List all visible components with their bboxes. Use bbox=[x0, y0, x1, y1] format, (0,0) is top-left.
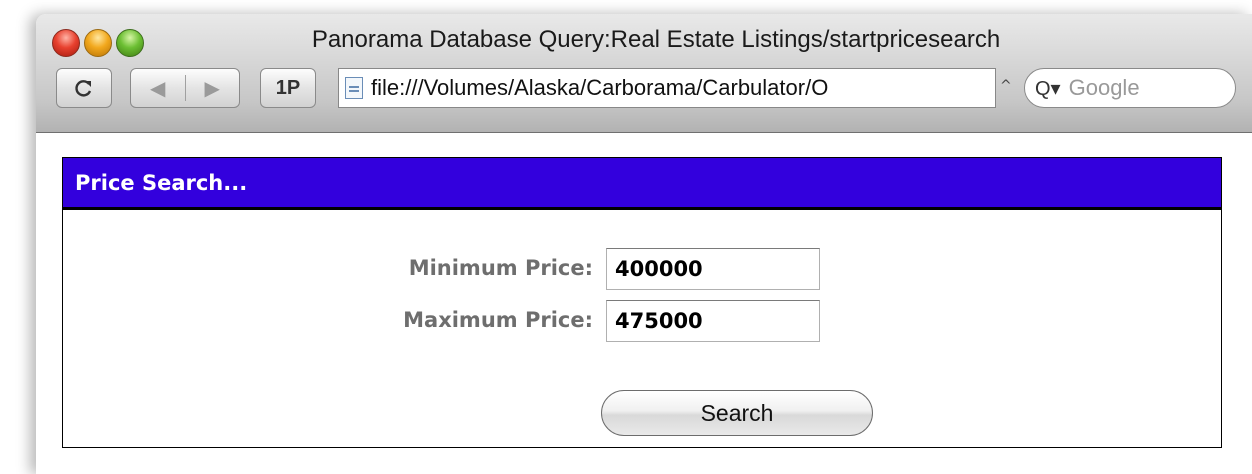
browser-window: Panorama Database Query:Real Estate List… bbox=[36, 14, 1252, 474]
window-title: Panorama Database Query:Real Estate List… bbox=[311, 26, 1001, 53]
search-placeholder: Google bbox=[1068, 75, 1140, 100]
reload-icon bbox=[75, 80, 92, 97]
min-price-row: Minimum Price: bbox=[63, 248, 1221, 292]
panel-header: Price Search... bbox=[63, 158, 1221, 210]
max-price-label: Maximum Price: bbox=[403, 308, 593, 332]
price-search-panel: Price Search... Minimum Price: Maximum P… bbox=[62, 157, 1222, 448]
min-price-label: Minimum Price: bbox=[408, 256, 593, 280]
search-field[interactable]: Q▾ Google bbox=[1024, 68, 1236, 108]
search-button[interactable]: Search bbox=[601, 390, 873, 436]
window-chrome: Panorama Database Query:Real Estate List… bbox=[36, 14, 1252, 133]
forward-arrow-icon[interactable]: ▶ bbox=[186, 76, 240, 101]
1password-button[interactable]: 1P bbox=[260, 68, 316, 108]
back-arrow-icon[interactable]: ◀ bbox=[131, 76, 185, 101]
max-price-input[interactable] bbox=[606, 300, 820, 342]
back-forward-buttons: ◀ ▶ bbox=[130, 68, 240, 108]
search-icon: Q▾ bbox=[1035, 77, 1061, 100]
minimize-window-button[interactable] bbox=[84, 29, 112, 57]
document-icon bbox=[345, 77, 363, 99]
min-price-input[interactable] bbox=[606, 248, 820, 290]
reload-button[interactable] bbox=[56, 68, 112, 108]
address-dropdown-icon[interactable]: ^ bbox=[1000, 78, 1012, 94]
close-window-button[interactable] bbox=[52, 29, 80, 57]
address-bar[interactable]: file:///Volumes/Alaska/Carborama/Carbula… bbox=[338, 68, 996, 108]
max-price-row: Maximum Price: bbox=[63, 300, 1221, 344]
address-url: file:///Volumes/Alaska/Carborama/Carbula… bbox=[371, 75, 829, 100]
page-content: Price Search... Minimum Price: Maximum P… bbox=[36, 133, 1252, 474]
zoom-window-button[interactable] bbox=[116, 29, 144, 57]
